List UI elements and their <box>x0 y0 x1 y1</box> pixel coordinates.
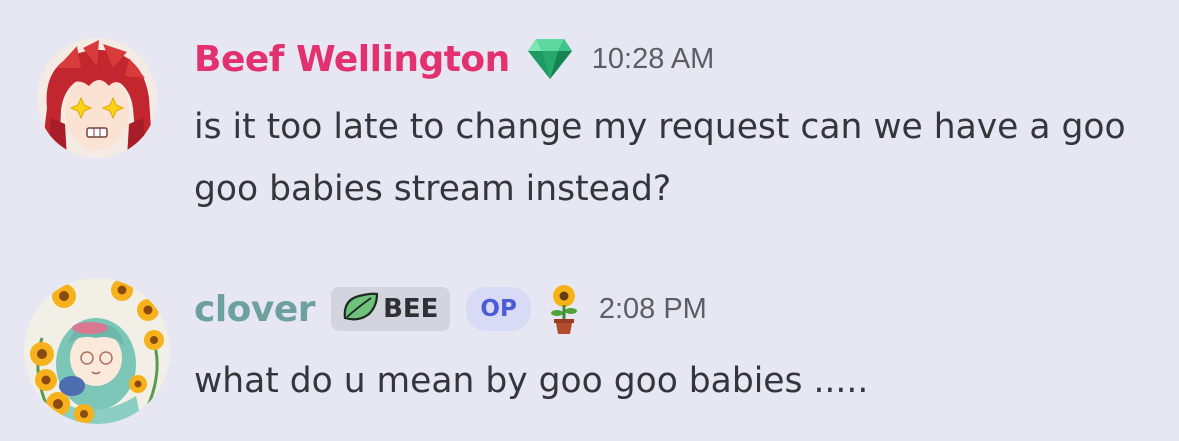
avatar[interactable] <box>37 38 157 158</box>
chat-window: { "messages": [ { "author": "Beef Wellin… <box>0 0 1179 441</box>
timestamp[interactable]: 2:08 PM <box>599 293 707 326</box>
potted-sunflower-icon[interactable] <box>547 283 581 335</box>
server-tag[interactable]: BEE <box>331 287 451 331</box>
message-item: Beef Wellington 10:28 AM is it too late … <box>0 30 1179 230</box>
leaf-icon <box>341 292 379 326</box>
username[interactable]: clover <box>194 289 316 330</box>
server-tag-label: BEE <box>383 294 439 324</box>
username[interactable]: Beef Wellington <box>194 39 510 80</box>
emerald-gem-icon[interactable] <box>526 37 574 81</box>
message-content: what do u mean by goo goo babies ..... <box>194 361 869 401</box>
avatar[interactable] <box>24 278 170 424</box>
message-item: clover BEE OP 2:08 PM what do u mean by … <box>0 278 1179 438</box>
op-badge: OP <box>466 287 531 331</box>
message-content: is it too late to change my request can … <box>194 107 1126 209</box>
message-header: clover BEE OP 2:08 PM <box>194 280 707 338</box>
message-header: Beef Wellington 10:28 AM <box>194 30 714 88</box>
timestamp[interactable]: 10:28 AM <box>592 43 715 76</box>
